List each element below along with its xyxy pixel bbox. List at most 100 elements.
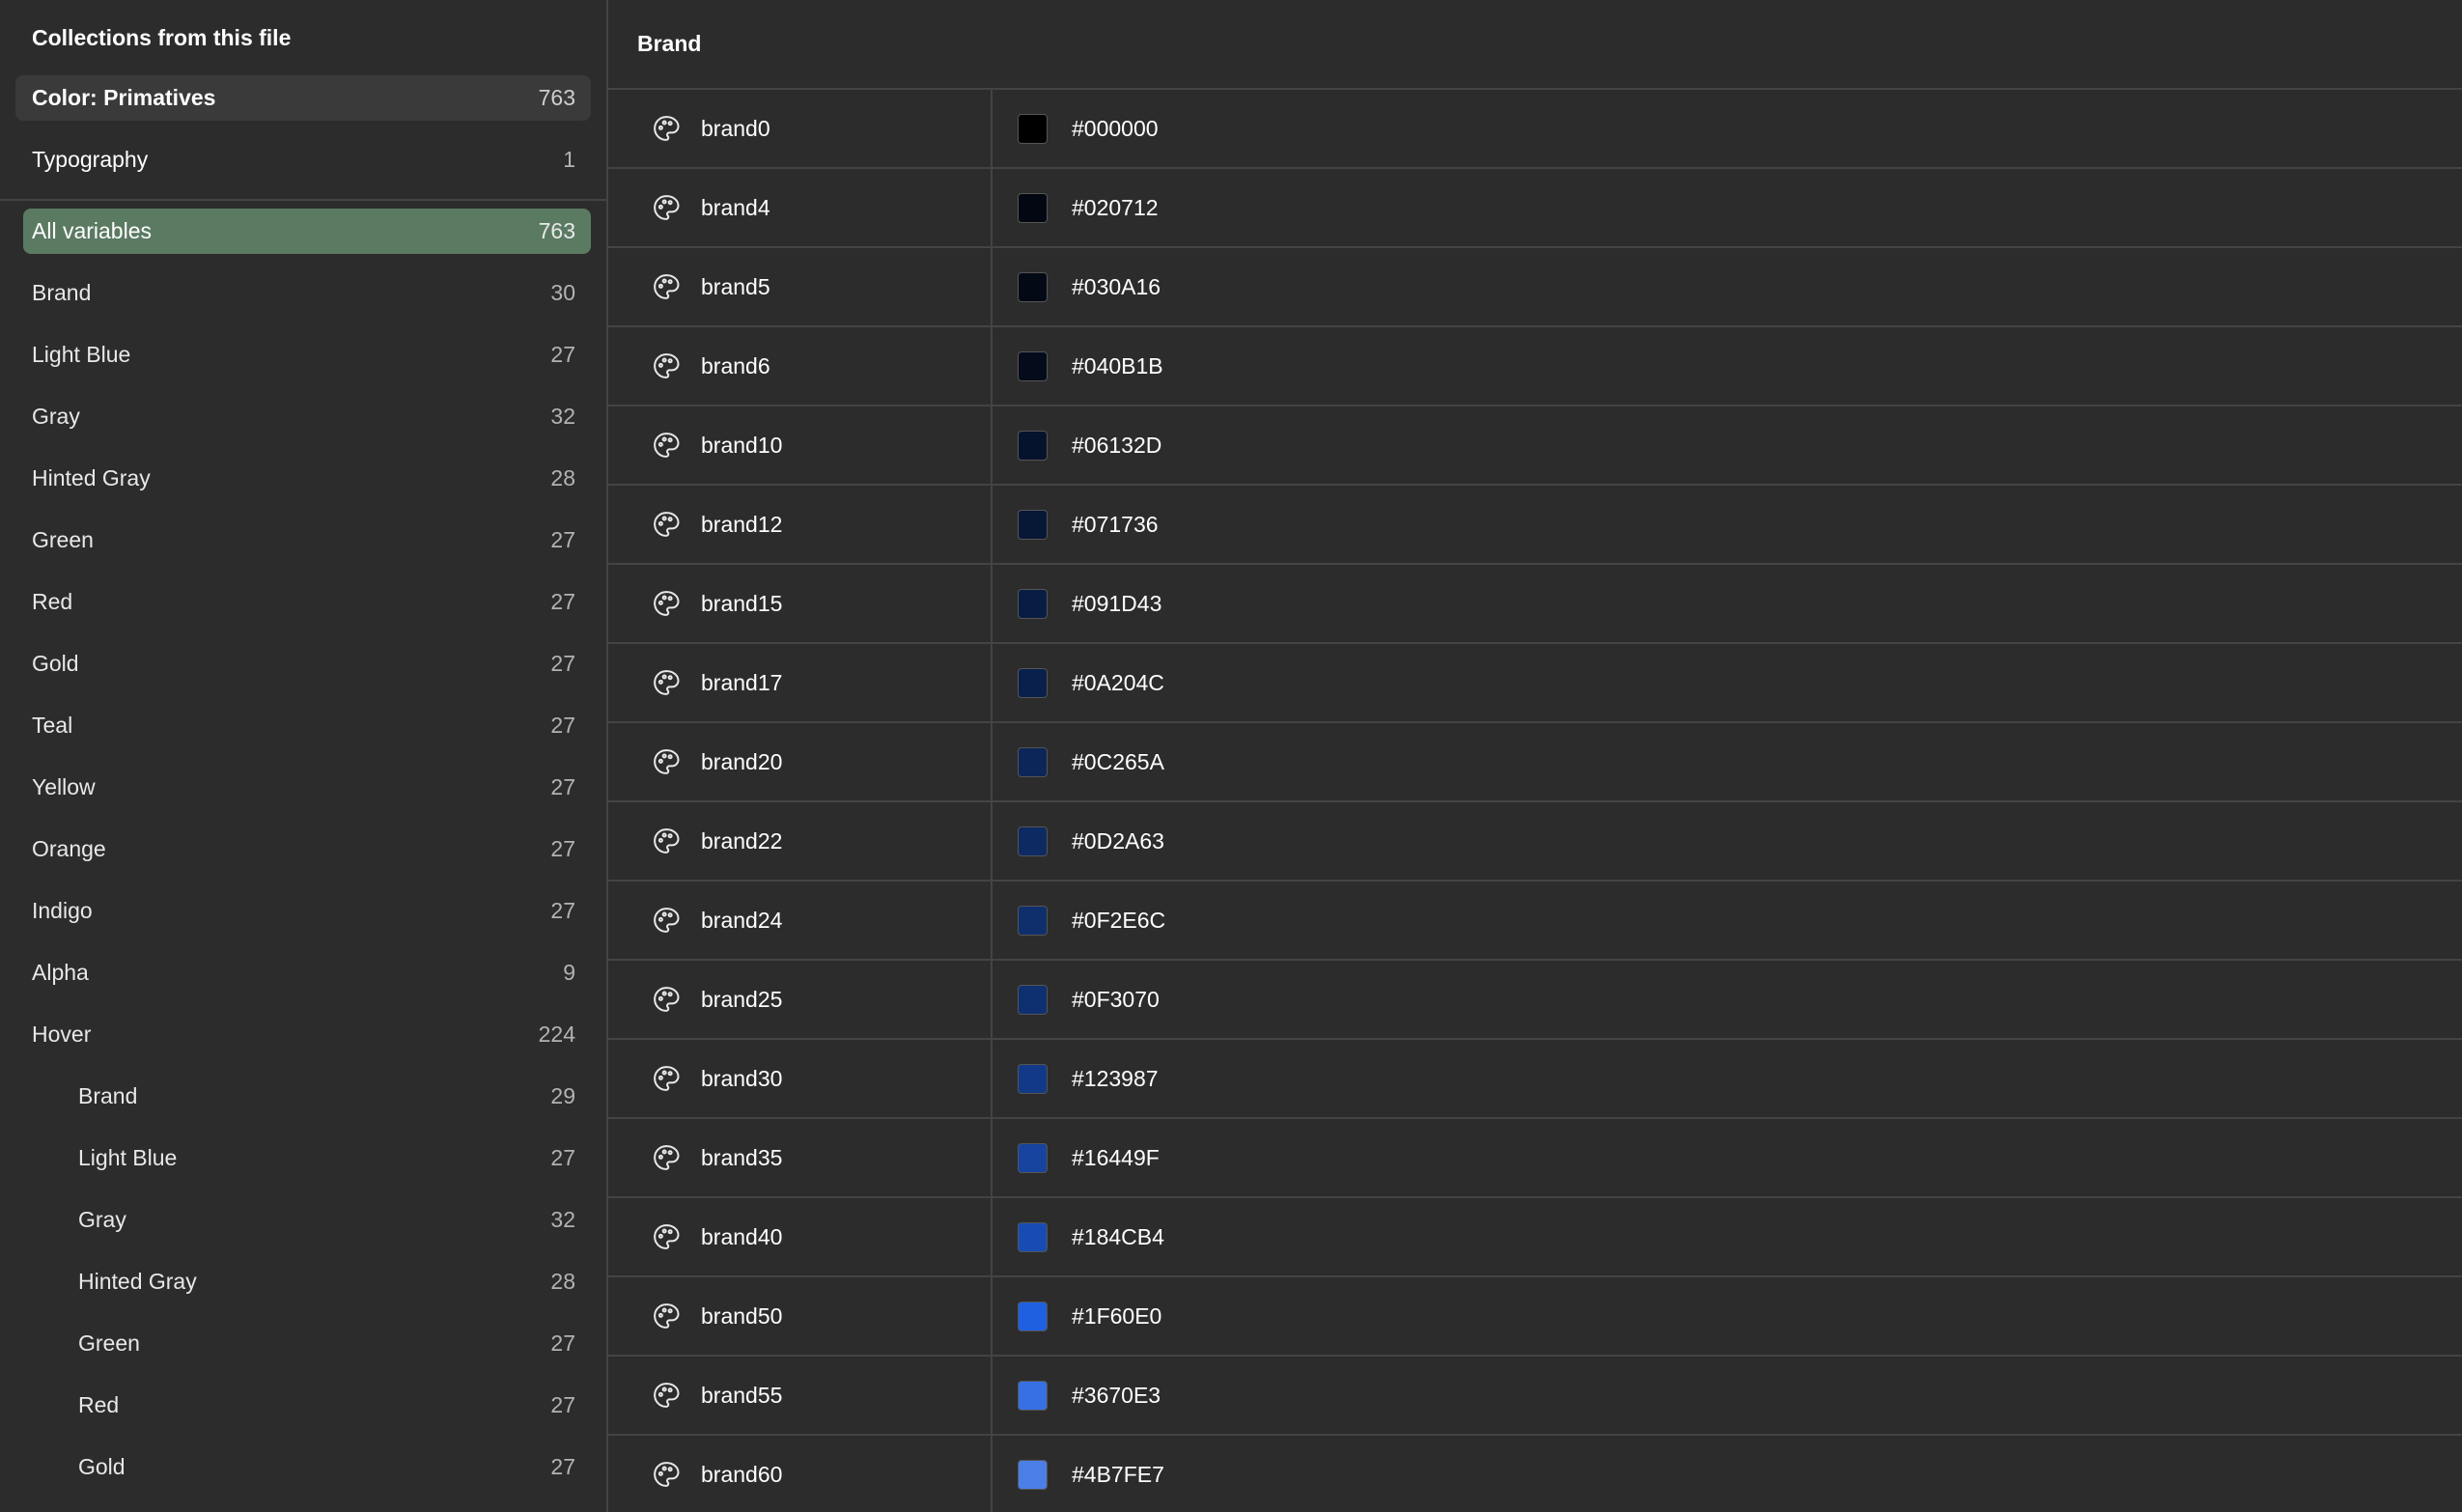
variable-value-cell[interactable]: #0D2A63 <box>993 802 2462 880</box>
variable-name-cell[interactable]: brand22 <box>608 802 993 880</box>
variable-value-cell[interactable]: #0F3070 <box>993 961 2462 1038</box>
hex-value: #071736 <box>1072 511 1159 537</box>
variable-name-cell[interactable]: brand35 <box>608 1119 993 1196</box>
variable-name-cell[interactable]: brand17 <box>608 644 993 721</box>
variable-row[interactable]: brand50 #1F60E0 <box>608 1277 2462 1357</box>
variable-name-cell[interactable]: brand60 <box>608 1436 993 1512</box>
variable-value-cell[interactable]: #16449F <box>993 1119 2462 1196</box>
color-swatch[interactable] <box>1018 1380 1048 1411</box>
variable-value-cell[interactable]: #1F60E0 <box>993 1277 2462 1355</box>
variable-row[interactable]: brand15 #091D43 <box>608 565 2462 644</box>
variable-value-cell[interactable]: #123987 <box>993 1040 2462 1117</box>
subgroup-item[interactable]: Gold 27 <box>23 1444 591 1490</box>
variable-row[interactable]: brand12 #071736 <box>608 486 2462 565</box>
subgroup-item[interactable]: Hinted Gray 28 <box>23 1259 591 1304</box>
color-swatch[interactable] <box>1018 1063 1048 1094</box>
group-item[interactable]: Hinted Gray 28 <box>23 456 591 501</box>
variable-name-cell[interactable]: brand40 <box>608 1198 993 1275</box>
group-item[interactable]: Yellow 27 <box>23 765 591 810</box>
variable-value-cell[interactable]: #06132D <box>993 406 2462 484</box>
variable-name-cell[interactable]: brand6 <box>608 327 993 405</box>
subgroup-item[interactable]: Brand 29 <box>23 1074 591 1119</box>
group-item[interactable]: Indigo 27 <box>23 888 591 934</box>
variable-row[interactable]: brand4 #020712 <box>608 169 2462 248</box>
variable-value-cell[interactable]: #020712 <box>993 169 2462 246</box>
color-swatch[interactable] <box>1018 984 1048 1015</box>
color-swatch[interactable] <box>1018 271 1048 302</box>
variable-value-cell[interactable]: #4B7FE7 <box>993 1436 2462 1512</box>
variable-value-cell[interactable]: #040B1B <box>993 327 2462 405</box>
group-item[interactable]: All variables 763 <box>23 209 591 254</box>
variable-value-cell[interactable]: #184CB4 <box>993 1198 2462 1275</box>
variable-value-cell[interactable]: #0F2E6C <box>993 882 2462 959</box>
color-swatch[interactable] <box>1018 113 1048 144</box>
color-swatch[interactable] <box>1018 667 1048 698</box>
variable-row[interactable]: brand35 #16449F <box>608 1119 2462 1198</box>
group-item[interactable]: Green 27 <box>23 518 591 563</box>
group-item[interactable]: Alpha 9 <box>23 950 591 995</box>
variable-name-cell[interactable]: brand15 <box>608 565 993 642</box>
collection-item[interactable]: Color: Primatives 763 <box>15 75 591 121</box>
subgroup-item[interactable]: Red 27 <box>23 1383 591 1428</box>
variable-row[interactable]: brand30 #123987 <box>608 1040 2462 1119</box>
group-item[interactable]: Hover 224 <box>23 1012 591 1057</box>
color-swatch[interactable] <box>1018 905 1048 936</box>
group-item[interactable]: Red 27 <box>23 579 591 625</box>
group-item[interactable]: Teal 27 <box>23 703 591 748</box>
color-swatch[interactable] <box>1018 350 1048 381</box>
variable-name-cell[interactable]: brand5 <box>608 248 993 325</box>
subgroup-item[interactable]: Green 27 <box>23 1321 591 1366</box>
variable-row[interactable]: brand6 #040B1B <box>608 327 2462 406</box>
variable-value-cell[interactable]: #030A16 <box>993 248 2462 325</box>
color-swatch[interactable] <box>1018 430 1048 461</box>
group-item[interactable]: Light Blue 27 <box>23 332 591 378</box>
variable-value-cell[interactable]: #0A204C <box>993 644 2462 721</box>
group-count: 28 <box>550 465 575 490</box>
variable-value-cell[interactable]: #071736 <box>993 486 2462 563</box>
color-swatch[interactable] <box>1018 1142 1048 1173</box>
variable-row[interactable]: brand0 #000000 <box>608 90 2462 169</box>
group-label: Light Blue <box>78 1145 178 1170</box>
variable-name-cell[interactable]: brand12 <box>608 486 993 563</box>
variable-value-cell[interactable]: #091D43 <box>993 565 2462 642</box>
group-item[interactable]: Orange 27 <box>23 826 591 872</box>
variable-row[interactable]: brand60 #4B7FE7 <box>608 1436 2462 1512</box>
variable-row[interactable]: brand25 #0F3070 <box>608 961 2462 1040</box>
subgroup-item[interactable]: Gray 32 <box>23 1197 591 1243</box>
variable-name-cell[interactable]: brand50 <box>608 1277 993 1355</box>
variable-name: brand30 <box>701 1065 783 1091</box>
color-swatch[interactable] <box>1018 1221 1048 1252</box>
variable-value-cell[interactable]: #000000 <box>993 90 2462 167</box>
group-item[interactable]: Gold 27 <box>23 641 591 686</box>
palette-icon <box>651 1301 682 1331</box>
color-swatch[interactable] <box>1018 509 1048 540</box>
variable-name-cell[interactable]: brand30 <box>608 1040 993 1117</box>
color-swatch[interactable] <box>1018 826 1048 856</box>
variable-row[interactable]: brand17 #0A204C <box>608 644 2462 723</box>
variable-name-cell[interactable]: brand0 <box>608 90 993 167</box>
variable-row[interactable]: brand10 #06132D <box>608 406 2462 486</box>
color-swatch[interactable] <box>1018 1301 1048 1331</box>
variable-row[interactable]: brand20 #0C265A <box>608 723 2462 802</box>
variable-name-cell[interactable]: brand4 <box>608 169 993 246</box>
variable-name-cell[interactable]: brand10 <box>608 406 993 484</box>
group-item[interactable]: Brand 30 <box>23 270 591 316</box>
variable-name-cell[interactable]: brand55 <box>608 1357 993 1434</box>
variable-name-cell[interactable]: brand24 <box>608 882 993 959</box>
variable-row[interactable]: brand5 #030A16 <box>608 248 2462 327</box>
variable-row[interactable]: brand55 #3670E3 <box>608 1357 2462 1436</box>
subgroup-item[interactable]: Light Blue 27 <box>23 1135 591 1181</box>
variable-value-cell[interactable]: #3670E3 <box>993 1357 2462 1434</box>
variable-row[interactable]: brand22 #0D2A63 <box>608 802 2462 882</box>
color-swatch[interactable] <box>1018 1459 1048 1490</box>
color-swatch[interactable] <box>1018 192 1048 223</box>
variable-row[interactable]: brand24 #0F2E6C <box>608 882 2462 961</box>
color-swatch[interactable] <box>1018 588 1048 619</box>
variable-name-cell[interactable]: brand25 <box>608 961 993 1038</box>
group-item[interactable]: Gray 32 <box>23 394 591 439</box>
variable-value-cell[interactable]: #0C265A <box>993 723 2462 800</box>
color-swatch[interactable] <box>1018 746 1048 777</box>
variable-name-cell[interactable]: brand20 <box>608 723 993 800</box>
variable-row[interactable]: brand40 #184CB4 <box>608 1198 2462 1277</box>
collection-item[interactable]: Typography 1 <box>15 137 591 182</box>
